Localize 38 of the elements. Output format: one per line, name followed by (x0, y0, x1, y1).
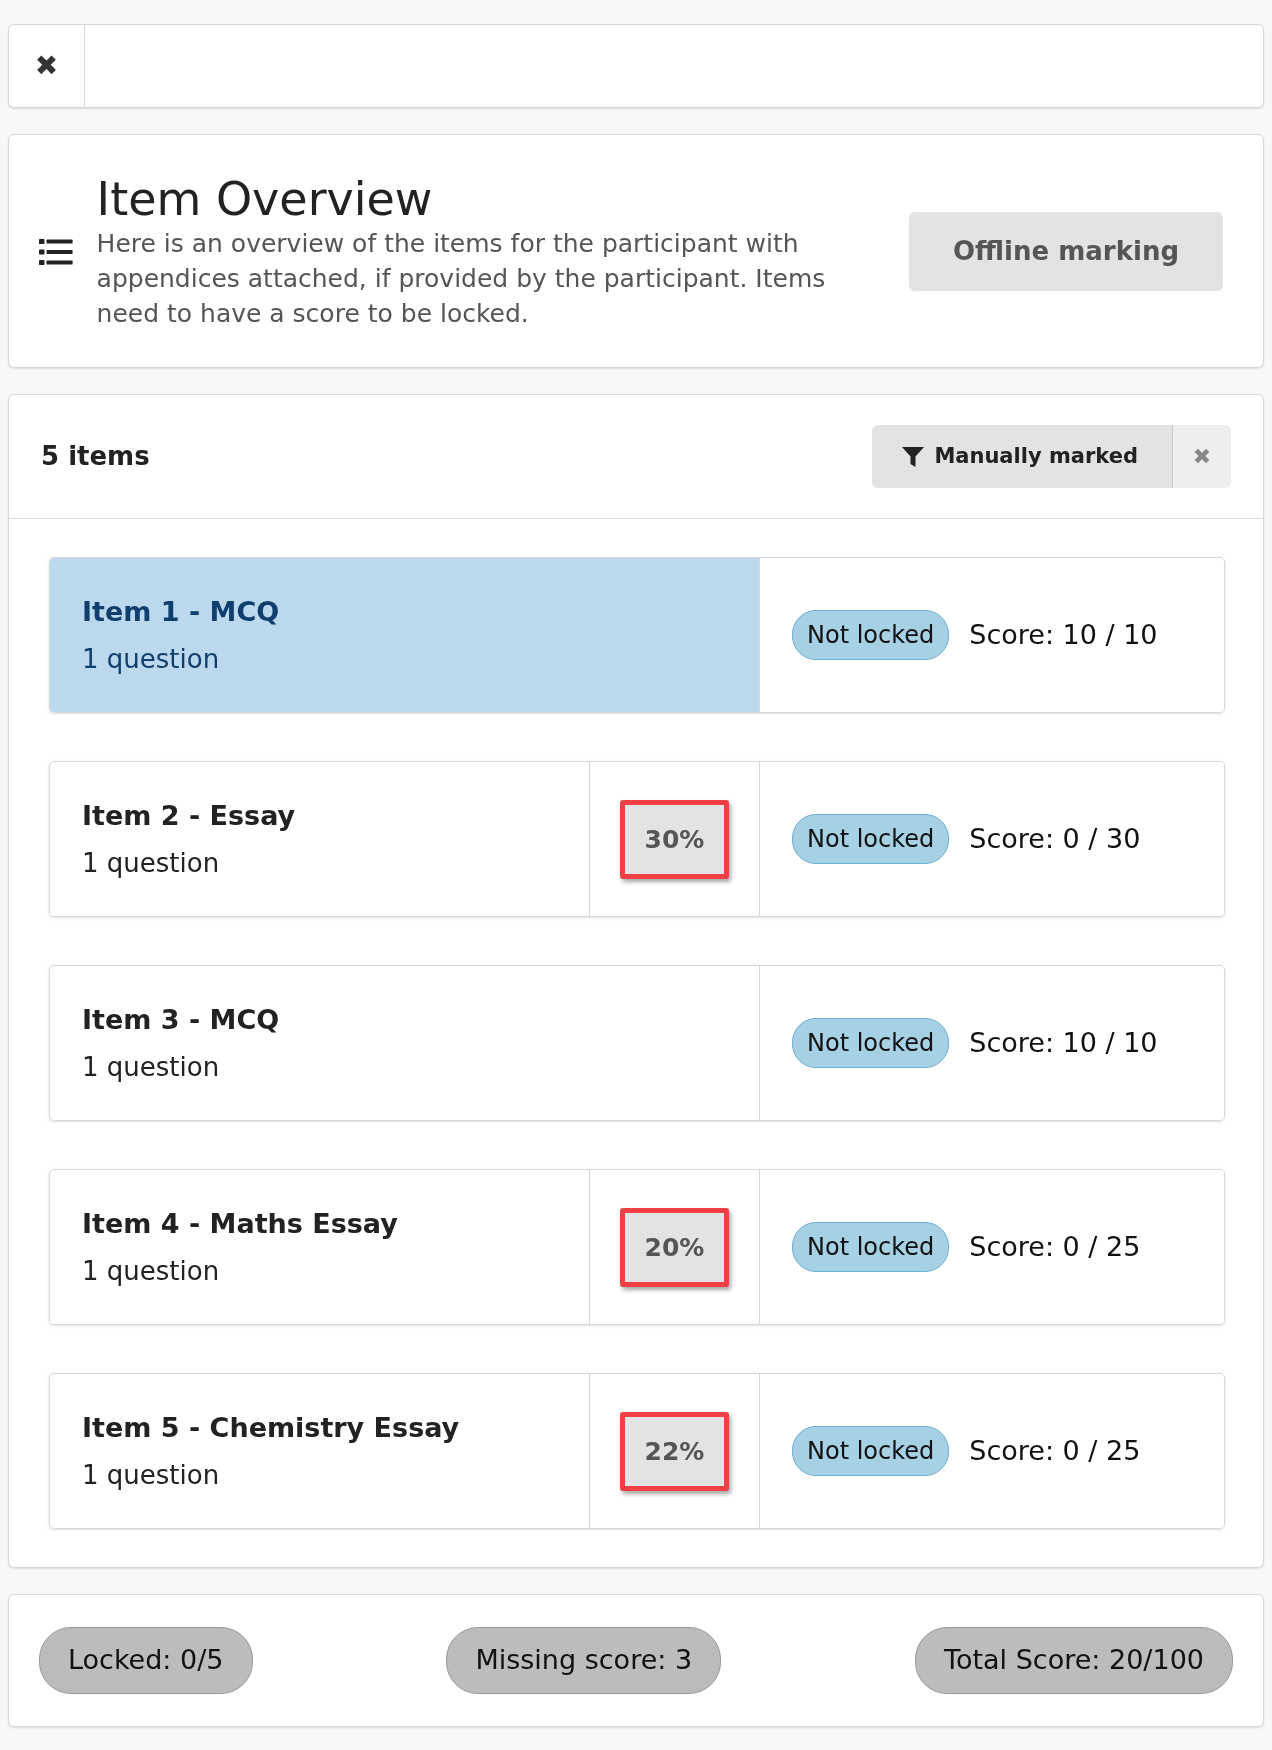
item-row[interactable]: Item 1 - MCQ 1 question Not locked Score: 10 / 10 (49, 557, 1225, 714)
item-row[interactable]: Item 4 - Maths Essay 1 question 20% Not locked Score: 0 / 25 (49, 1169, 1225, 1326)
item-count: 5 items (41, 440, 150, 474)
status-badge: Not locked (792, 1018, 950, 1069)
question-count: 1 question (82, 643, 221, 677)
locked-count: Locked: 0/5 (39, 1627, 253, 1694)
offline-marking-button[interactable]: Offline marking (909, 212, 1223, 292)
question-count: 1 question (82, 847, 221, 881)
filter-icon (902, 445, 925, 468)
score-text: Score: 10 / 10 (969, 618, 1158, 653)
status-badge: Not locked (792, 814, 950, 865)
item-title: Item 5 - Chemistry Essay (82, 1410, 461, 1445)
status-badge: Not locked (792, 610, 950, 661)
item-title: Item 1 - MCQ (82, 594, 281, 629)
status-badge: Not locked (792, 1222, 950, 1273)
score-text: Score: 0 / 25 (969, 1434, 1141, 1469)
percentage-label: 22% (619, 1411, 730, 1492)
filter-button[interactable]: Manually marked (872, 424, 1173, 489)
item-title: Item 2 - Essay (82, 798, 297, 833)
item-row[interactable]: Item 3 - MCQ 1 question Not locked Score: 10 / 10 (49, 965, 1225, 1122)
status-badge: Not locked (792, 1426, 950, 1477)
total-score: Total Score: 20/100 (915, 1627, 1233, 1694)
item-title: Item 3 - MCQ (82, 1002, 281, 1037)
score-text: Score: 0 / 30 (969, 822, 1141, 857)
item-title: Item 4 - Maths Essay (82, 1206, 399, 1241)
close-button[interactable]: ✖ (9, 25, 85, 107)
missing-score-count: Missing score: 3 (446, 1627, 722, 1694)
question-count: 1 question (82, 1255, 221, 1289)
page-title: Item Overview (96, 173, 434, 226)
item-row[interactable]: Item 5 - Chemistry Essay 1 question 22% Not locked Score: 0 / 25 (49, 1373, 1225, 1530)
question-count: 1 question (82, 1459, 221, 1493)
score-text: Score: 10 / 10 (969, 1026, 1158, 1061)
percentage-label: 20% (619, 1207, 730, 1288)
question-count: 1 question (82, 1051, 221, 1085)
item-row[interactable]: Item 2 - Essay 1 question 30% Not locked Score: 0 / 30 (49, 761, 1225, 918)
score-text: Score: 0 / 25 (969, 1230, 1141, 1265)
description-text: Here is an overview of the items for the participant with appendices attached, if provided by the participant. Items need to have a score to be locked. (96, 227, 827, 330)
percentage-label: 30% (619, 799, 730, 880)
